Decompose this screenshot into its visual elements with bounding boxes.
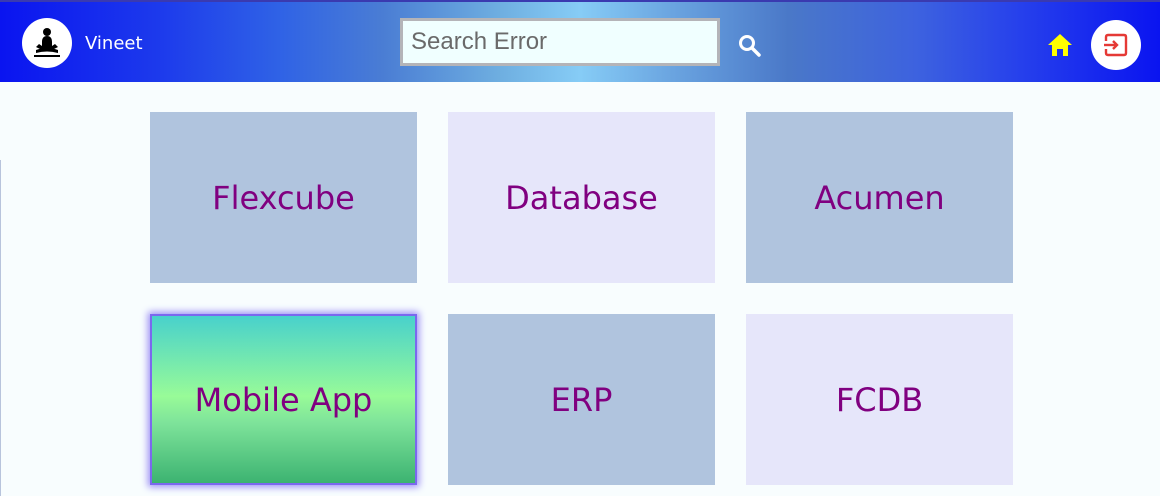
tile-label: Mobile App bbox=[194, 380, 373, 419]
tile-fcdb[interactable]: FCDB bbox=[746, 314, 1013, 485]
tile-database[interactable]: Database bbox=[448, 112, 715, 283]
tile-flexcube[interactable]: Flexcube bbox=[150, 112, 417, 283]
tile-label: ERP bbox=[550, 380, 613, 419]
meditation-figure-icon bbox=[34, 28, 60, 57]
username-label: Vineet bbox=[85, 33, 143, 54]
home-icon bbox=[1048, 34, 1072, 56]
tile-label: Database bbox=[505, 178, 658, 217]
tile-acumen[interactable]: Acumen bbox=[746, 112, 1013, 283]
search-icon bbox=[739, 35, 761, 57]
user-avatar[interactable] bbox=[22, 18, 72, 68]
page-left-border bbox=[0, 160, 1, 496]
logout-button[interactable] bbox=[1091, 20, 1141, 70]
top-navigation-bar: Vineet bbox=[0, 0, 1160, 82]
tile-label: FCDB bbox=[835, 380, 924, 419]
tile-label: Acumen bbox=[814, 178, 945, 217]
home-button[interactable] bbox=[1046, 32, 1074, 58]
logout-icon bbox=[1104, 33, 1128, 57]
search-input[interactable] bbox=[400, 18, 720, 66]
tile-erp[interactable]: ERP bbox=[448, 314, 715, 485]
tile-label: Flexcube bbox=[212, 178, 355, 217]
tile-mobile-app[interactable]: Mobile App bbox=[150, 314, 417, 485]
search-button[interactable] bbox=[736, 32, 764, 60]
